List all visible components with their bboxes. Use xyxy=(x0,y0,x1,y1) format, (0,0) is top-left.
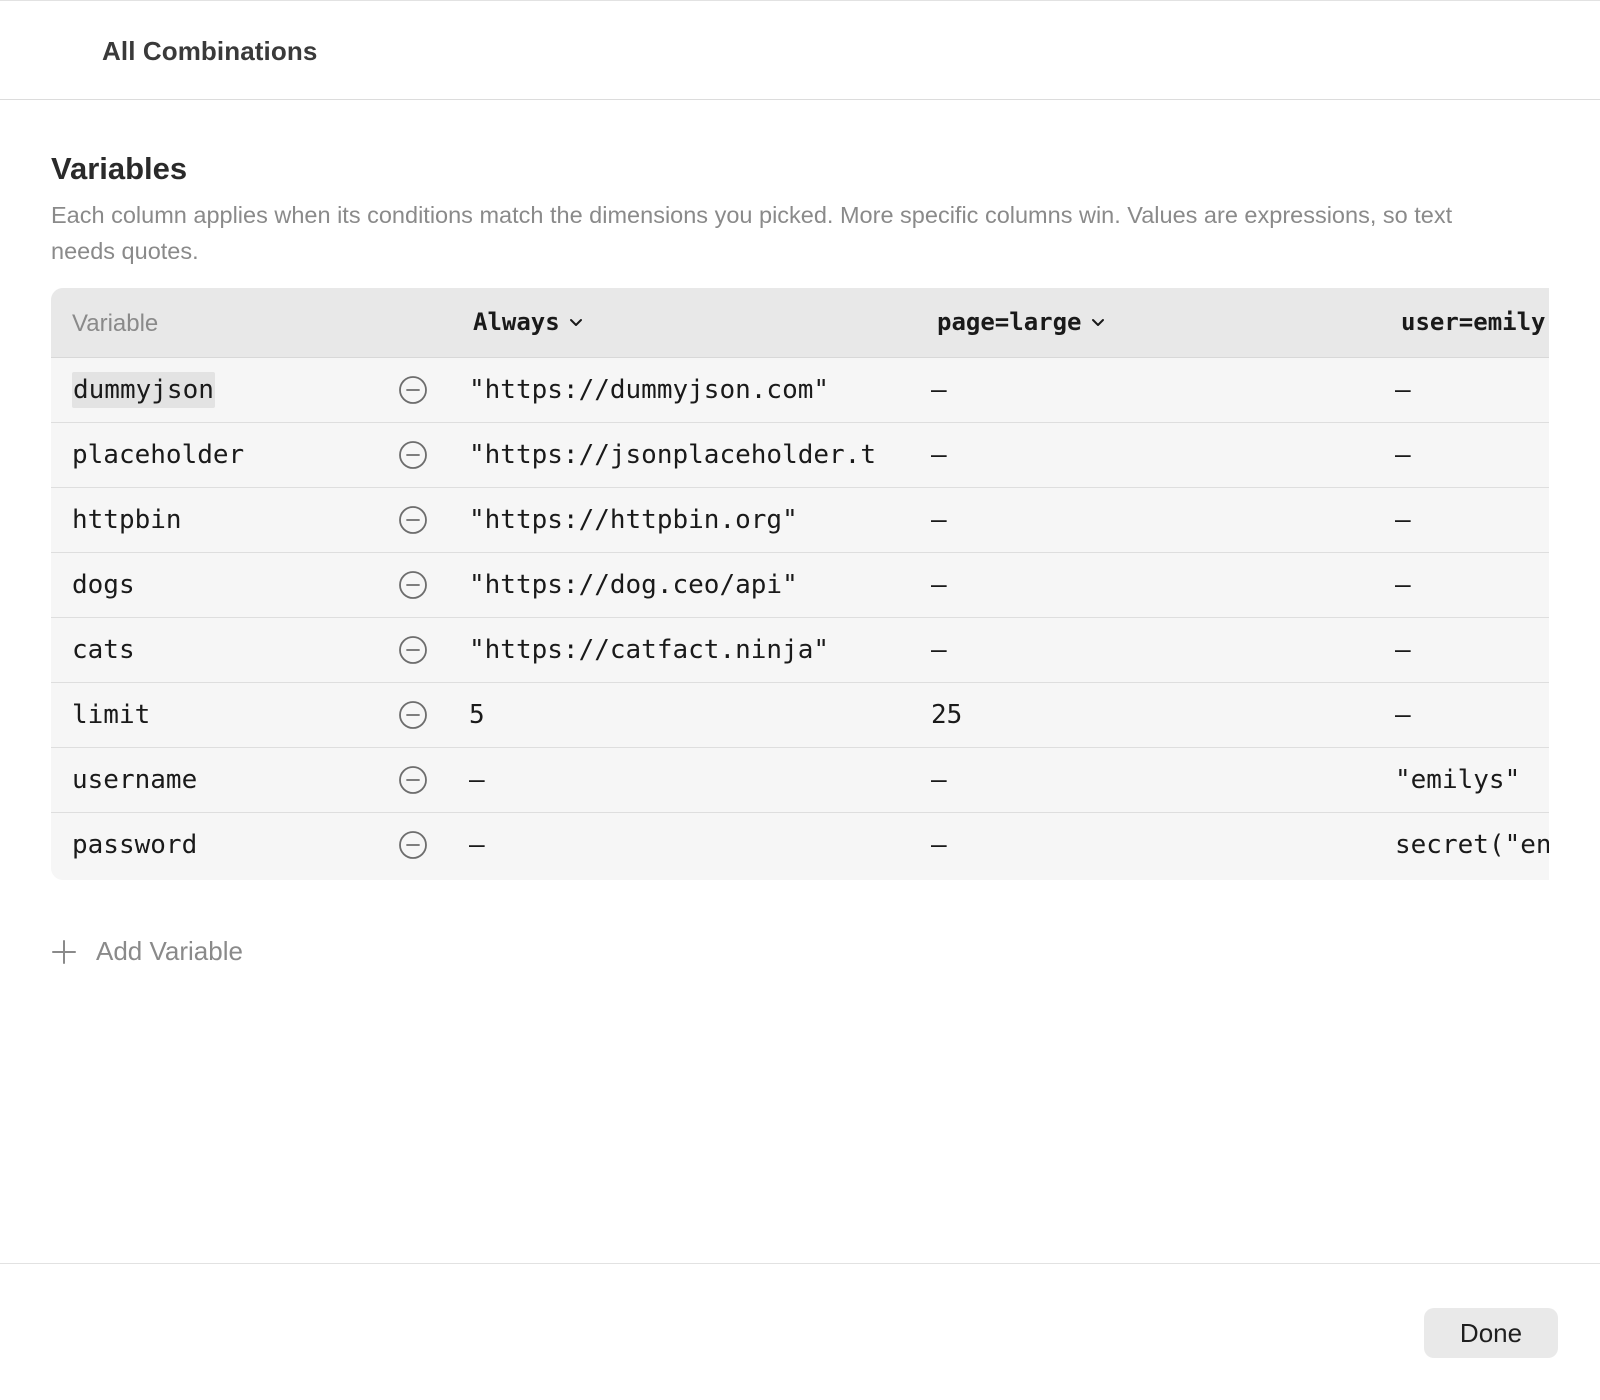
value-cell-user-emily[interactable]: secret("en xyxy=(1395,813,1549,877)
value-cell-always[interactable]: — xyxy=(469,813,907,877)
variable-name-cell[interactable]: username xyxy=(72,748,402,812)
footer-divider xyxy=(0,1263,1600,1264)
value-cell-user-emily[interactable]: — xyxy=(1395,488,1549,552)
value-cell-user-emily[interactable]: "emilys" xyxy=(1395,748,1549,812)
column-header-label: Always xyxy=(473,308,560,336)
page-title: All Combinations xyxy=(102,36,318,66)
value-cell-page-large[interactable]: — xyxy=(931,423,1371,487)
value-cell-page-large[interactable]: — xyxy=(931,488,1371,552)
remove-circle-icon[interactable] xyxy=(398,440,428,470)
remove-circle-icon[interactable] xyxy=(398,830,428,860)
remove-circle-icon[interactable] xyxy=(398,700,428,730)
value-cell-user-emily[interactable]: — xyxy=(1395,358,1549,422)
column-header-user-emily[interactable]: user=emily xyxy=(1401,308,1546,336)
variable-name: dummyjson xyxy=(72,372,215,408)
value-cell-page-large[interactable]: — xyxy=(931,748,1371,812)
value-cell-always[interactable]: 5 xyxy=(469,683,907,747)
add-variable-button[interactable]: Add Variable xyxy=(51,936,243,967)
column-header-variable: Variable xyxy=(72,310,159,337)
add-variable-label: Add Variable xyxy=(96,936,243,966)
table-header: Variable Always page=large user=emily xyxy=(51,288,1549,358)
value-cell-user-emily[interactable]: — xyxy=(1395,618,1549,682)
table-row: password — — secret("en xyxy=(51,813,1549,878)
value-cell-always[interactable]: "https://catfact.ninja" xyxy=(469,618,907,682)
value-cell-page-large[interactable]: — xyxy=(931,813,1371,877)
value-cell-page-large[interactable]: — xyxy=(931,618,1371,682)
section-title: Variables xyxy=(51,151,188,186)
value-cell-user-emily[interactable]: — xyxy=(1395,423,1549,487)
column-header-page-large[interactable]: page=large xyxy=(937,308,1106,336)
table-row: cats "https://catfact.ninja" — — xyxy=(51,618,1549,683)
value-cell-user-emily[interactable]: — xyxy=(1395,553,1549,617)
variable-name-cell[interactable]: httpbin xyxy=(72,488,402,552)
table-row: username — — "emilys" xyxy=(51,748,1549,813)
variables-table: Variable Always page=large user=emily du… xyxy=(51,288,1549,880)
value-cell-page-large[interactable]: — xyxy=(931,553,1371,617)
column-header-always[interactable]: Always xyxy=(473,308,584,336)
variable-name-cell[interactable]: password xyxy=(72,813,402,877)
table-row: httpbin "https://httpbin.org" — — xyxy=(51,488,1549,553)
value-cell-always[interactable]: — xyxy=(469,748,907,812)
variable-name-cell[interactable]: dummyjson xyxy=(72,358,402,422)
chevron-down-icon xyxy=(569,319,582,326)
variable-name-cell[interactable]: dogs xyxy=(72,553,402,617)
table-row: limit 5 25 — xyxy=(51,683,1549,748)
value-cell-always[interactable]: "https://jsonplaceholder.t xyxy=(469,423,907,487)
chevron-down-icon xyxy=(1091,319,1104,326)
column-header-label: user=emily xyxy=(1401,308,1546,336)
table-row: dogs "https://dog.ceo/api" — — xyxy=(51,553,1549,618)
value-cell-always[interactable]: "https://httpbin.org" xyxy=(469,488,907,552)
column-header-label: page=large xyxy=(937,308,1082,336)
table-row: dummyjson "https://dummyjson.com" — — xyxy=(51,358,1549,423)
plus-icon xyxy=(52,939,76,964)
variable-name-cell[interactable]: cats xyxy=(72,618,402,682)
remove-circle-icon[interactable] xyxy=(398,765,428,795)
remove-circle-icon[interactable] xyxy=(398,570,428,600)
value-cell-always[interactable]: "https://dummyjson.com" xyxy=(469,358,907,422)
table-row: placeholder "https://jsonplaceholder.t —… xyxy=(51,423,1549,488)
section-description: Each column applies when its conditions … xyxy=(51,202,1453,264)
remove-circle-icon[interactable] xyxy=(398,635,428,665)
done-button[interactable]: Done xyxy=(1424,1308,1558,1358)
variable-name-cell[interactable]: limit xyxy=(72,683,402,747)
variable-name-cell[interactable]: placeholder xyxy=(72,423,402,487)
remove-circle-icon[interactable] xyxy=(398,505,428,535)
header-bar: All Combinations xyxy=(0,0,1600,100)
value-cell-page-large[interactable]: — xyxy=(931,358,1371,422)
value-cell-always[interactable]: "https://dog.ceo/api" xyxy=(469,553,907,617)
value-cell-user-emily[interactable]: — xyxy=(1395,683,1549,747)
value-cell-page-large[interactable]: 25 xyxy=(931,683,1371,747)
remove-circle-icon[interactable] xyxy=(398,375,428,405)
